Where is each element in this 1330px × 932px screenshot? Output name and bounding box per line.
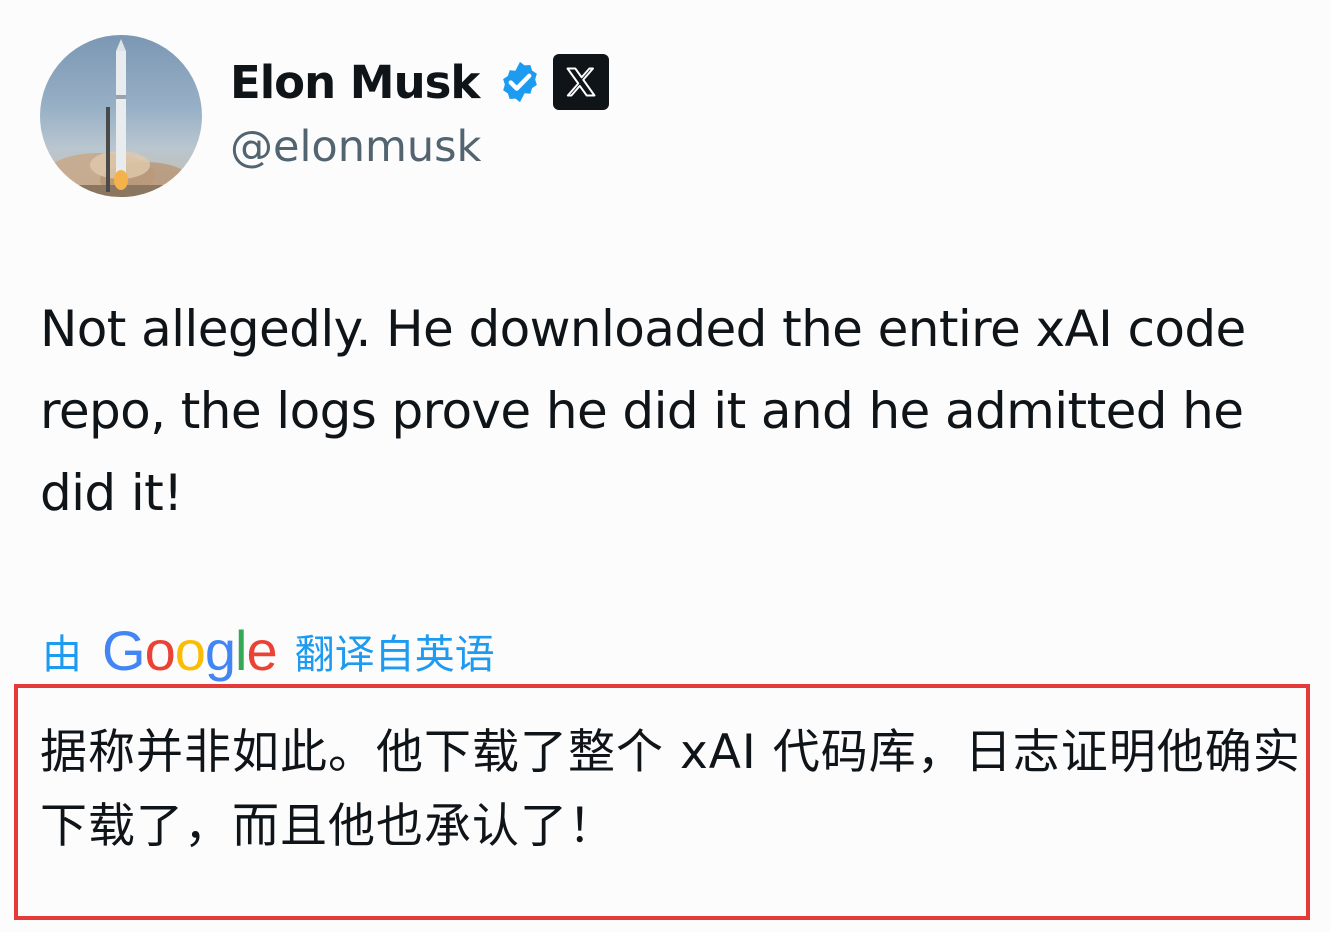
rocket-launch-avatar-icon bbox=[40, 39, 202, 197]
google-logo-letter: l bbox=[235, 619, 247, 682]
verified-badge-icon[interactable] bbox=[497, 59, 543, 105]
translation-attribution[interactable]: 由 Google 翻译自英语 bbox=[42, 616, 495, 686]
translated-text: 据称并非如此。他下载了整个 xAI 代码库，日志证明他确实下载了，而且他也承认了… bbox=[40, 725, 1301, 854]
translation-prefix: 由 bbox=[42, 632, 82, 678]
google-logo-letter: e bbox=[246, 619, 277, 682]
google-logo-letter: g bbox=[204, 619, 236, 682]
tweet-card: Elon Musk @elonmusk Not allegedly. He do… bbox=[0, 0, 1330, 932]
translation-suffix: 翻译自英语 bbox=[294, 632, 495, 678]
google-logo: Google bbox=[102, 623, 278, 679]
google-logo-letter: o bbox=[174, 619, 206, 682]
x-logo-icon[interactable] bbox=[553, 54, 610, 110]
google-logo-letter: G bbox=[102, 619, 146, 682]
google-logo-letter: o bbox=[144, 619, 176, 682]
author-name-row: Elon Musk bbox=[230, 50, 610, 114]
author-display-name[interactable]: Elon Musk bbox=[230, 56, 480, 109]
author-handle[interactable]: @elonmusk bbox=[230, 122, 481, 172]
tweet-text: Not allegedly. He downloaded the entire … bbox=[40, 300, 1246, 522]
author-avatar[interactable] bbox=[40, 35, 202, 197]
translated-text-highlight: 据称并非如此。他下载了整个 xAI 代码库，日志证明他确实下载了，而且他也承认了… bbox=[14, 684, 1310, 920]
